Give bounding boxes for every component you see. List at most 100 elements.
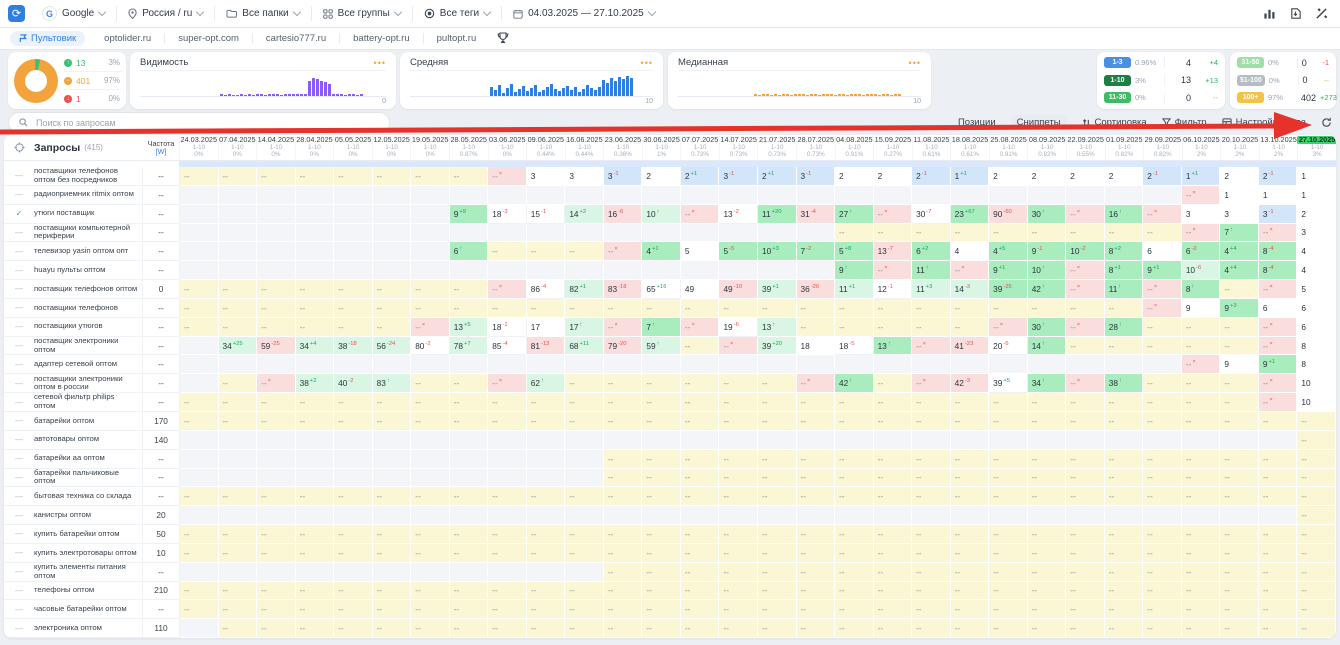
position-cell[interactable]: -- bbox=[1105, 619, 1144, 638]
position-cell[interactable]: -- bbox=[1220, 280, 1259, 299]
position-cell[interactable] bbox=[334, 261, 373, 280]
position-cell[interactable] bbox=[758, 355, 797, 374]
position-cell[interactable]: -- bbox=[797, 582, 836, 601]
position-cell[interactable]: --× bbox=[1066, 374, 1105, 393]
position-cell[interactable] bbox=[296, 242, 335, 261]
position-cell[interactable] bbox=[373, 506, 412, 525]
position-cell[interactable]: -- bbox=[1297, 544, 1336, 563]
position-cell[interactable]: --× bbox=[1066, 280, 1105, 299]
position-cell[interactable]: -- bbox=[488, 242, 527, 261]
position-cell[interactable] bbox=[719, 261, 758, 280]
position-cell[interactable] bbox=[219, 469, 258, 488]
position-cell[interactable] bbox=[411, 450, 450, 469]
position-cell[interactable]: 62↑ bbox=[527, 374, 566, 393]
position-cell[interactable]: -- bbox=[527, 525, 566, 544]
position-cell[interactable]: -- bbox=[912, 582, 951, 601]
date-column-header[interactable]: 05.05.20251-100% bbox=[333, 135, 372, 160]
position-cell[interactable]: -- bbox=[797, 619, 836, 638]
position-cell[interactable] bbox=[334, 242, 373, 261]
position-cell[interactable]: -- bbox=[835, 544, 874, 563]
position-cell[interactable]: -- bbox=[989, 544, 1028, 563]
position-cell[interactable]: 9↑ bbox=[835, 261, 874, 280]
position-cell[interactable]: 3-1 bbox=[604, 167, 643, 186]
position-cell[interactable] bbox=[835, 355, 874, 374]
tools-icon[interactable] bbox=[1315, 7, 1328, 20]
position-cell[interactable]: 12-1 bbox=[874, 280, 913, 299]
position-cell[interactable] bbox=[257, 261, 296, 280]
date-column-header[interactable]: 23.06.20251-100.36% bbox=[603, 135, 642, 160]
position-cell[interactable]: 9+1 bbox=[1143, 261, 1182, 280]
position-cell[interactable]: -- bbox=[989, 393, 1028, 412]
position-cell[interactable]: -- bbox=[681, 299, 720, 318]
position-cell[interactable] bbox=[1066, 506, 1105, 525]
position-cell[interactable]: 18 bbox=[797, 337, 836, 356]
position-cell[interactable]: -- bbox=[296, 318, 335, 337]
date-column-header[interactable]: 11.08.20251-100.61% bbox=[912, 135, 951, 160]
position-cell[interactable]: -- bbox=[1066, 469, 1105, 488]
position-cell[interactable]: -- bbox=[488, 525, 527, 544]
position-cell[interactable] bbox=[565, 450, 604, 469]
position-cell[interactable]: -- bbox=[797, 600, 836, 619]
position-cell[interactable]: -- bbox=[719, 582, 758, 601]
position-cell[interactable]: -- bbox=[1259, 544, 1298, 563]
position-cell[interactable]: -- bbox=[219, 600, 258, 619]
position-cell[interactable]: -- bbox=[488, 487, 527, 506]
position-cell[interactable]: -- bbox=[450, 582, 489, 601]
position-cell[interactable]: 17↑ bbox=[565, 318, 604, 337]
position-cell[interactable]: -- bbox=[951, 393, 990, 412]
position-cell[interactable] bbox=[296, 261, 335, 280]
query-cell[interactable]: поставщик электроники оптом bbox=[34, 337, 143, 356]
position-cell[interactable]: --× bbox=[1259, 393, 1298, 412]
position-cell[interactable]: -- bbox=[642, 393, 681, 412]
position-cell[interactable]: -- bbox=[1143, 544, 1182, 563]
query-cell[interactable]: утюги поставщик bbox=[34, 205, 143, 224]
position-cell[interactable]: -- bbox=[1220, 487, 1259, 506]
date-column-header[interactable]: 16.06.20251-100.44% bbox=[565, 135, 604, 160]
position-cell[interactable]: 9+9 bbox=[450, 205, 489, 224]
position-cell[interactable]: -- bbox=[681, 582, 720, 601]
position-cell[interactable]: 68+11 bbox=[565, 337, 604, 356]
snippets-tab[interactable]: Сниппеты bbox=[1011, 115, 1067, 130]
position-cell[interactable] bbox=[527, 261, 566, 280]
position-cell[interactable]: -- bbox=[565, 393, 604, 412]
position-cell[interactable]: 23+67 bbox=[951, 205, 990, 224]
position-cell[interactable]: -- bbox=[257, 525, 296, 544]
row-select-control[interactable]: — bbox=[4, 469, 34, 488]
position-cell[interactable]: -- bbox=[1297, 506, 1336, 525]
position-cell[interactable] bbox=[296, 563, 335, 582]
position-cell[interactable]: 34↑ bbox=[1028, 374, 1067, 393]
position-cell[interactable]: -- bbox=[373, 619, 412, 638]
position-cell[interactable]: -- bbox=[1259, 600, 1298, 619]
position-cell[interactable]: -- bbox=[257, 393, 296, 412]
position-cell[interactable]: 6↑ bbox=[450, 242, 489, 261]
position-cell[interactable]: -- bbox=[719, 412, 758, 431]
position-cell[interactable]: -- bbox=[912, 544, 951, 563]
position-cell[interactable]: --× bbox=[797, 374, 836, 393]
position-cell[interactable]: -- bbox=[989, 224, 1028, 243]
position-cell[interactable]: -- bbox=[373, 487, 412, 506]
position-cell[interactable] bbox=[642, 355, 681, 374]
position-cell[interactable] bbox=[527, 450, 566, 469]
position-cell[interactable] bbox=[719, 186, 758, 205]
position-cell[interactable]: -- bbox=[257, 600, 296, 619]
position-cell[interactable]: -- bbox=[604, 619, 643, 638]
position-cell[interactable]: -- bbox=[1182, 487, 1221, 506]
position-cell[interactable] bbox=[758, 261, 797, 280]
position-cell[interactable] bbox=[411, 186, 450, 205]
position-cell[interactable]: -- bbox=[1066, 412, 1105, 431]
position-cell[interactable]: -- bbox=[527, 544, 566, 563]
position-cell[interactable]: 3 bbox=[1182, 205, 1221, 224]
position-cell[interactable]: -- bbox=[565, 242, 604, 261]
position-cell[interactable] bbox=[1220, 506, 1259, 525]
position-cell[interactable]: -- bbox=[450, 600, 489, 619]
position-cell[interactable] bbox=[373, 431, 412, 450]
position-cell[interactable]: 6 bbox=[1259, 299, 1298, 318]
position-cell[interactable]: 10+3 bbox=[758, 242, 797, 261]
position-cell[interactable]: 13-7 bbox=[874, 242, 913, 261]
position-cell[interactable]: --× bbox=[1182, 186, 1221, 205]
position-cell[interactable] bbox=[1143, 355, 1182, 374]
position-cell[interactable]: 2 bbox=[874, 167, 913, 186]
position-cell[interactable]: -- bbox=[1220, 450, 1259, 469]
position-cell[interactable]: 39+5 bbox=[989, 374, 1028, 393]
position-cell[interactable]: 11↑ bbox=[912, 261, 951, 280]
